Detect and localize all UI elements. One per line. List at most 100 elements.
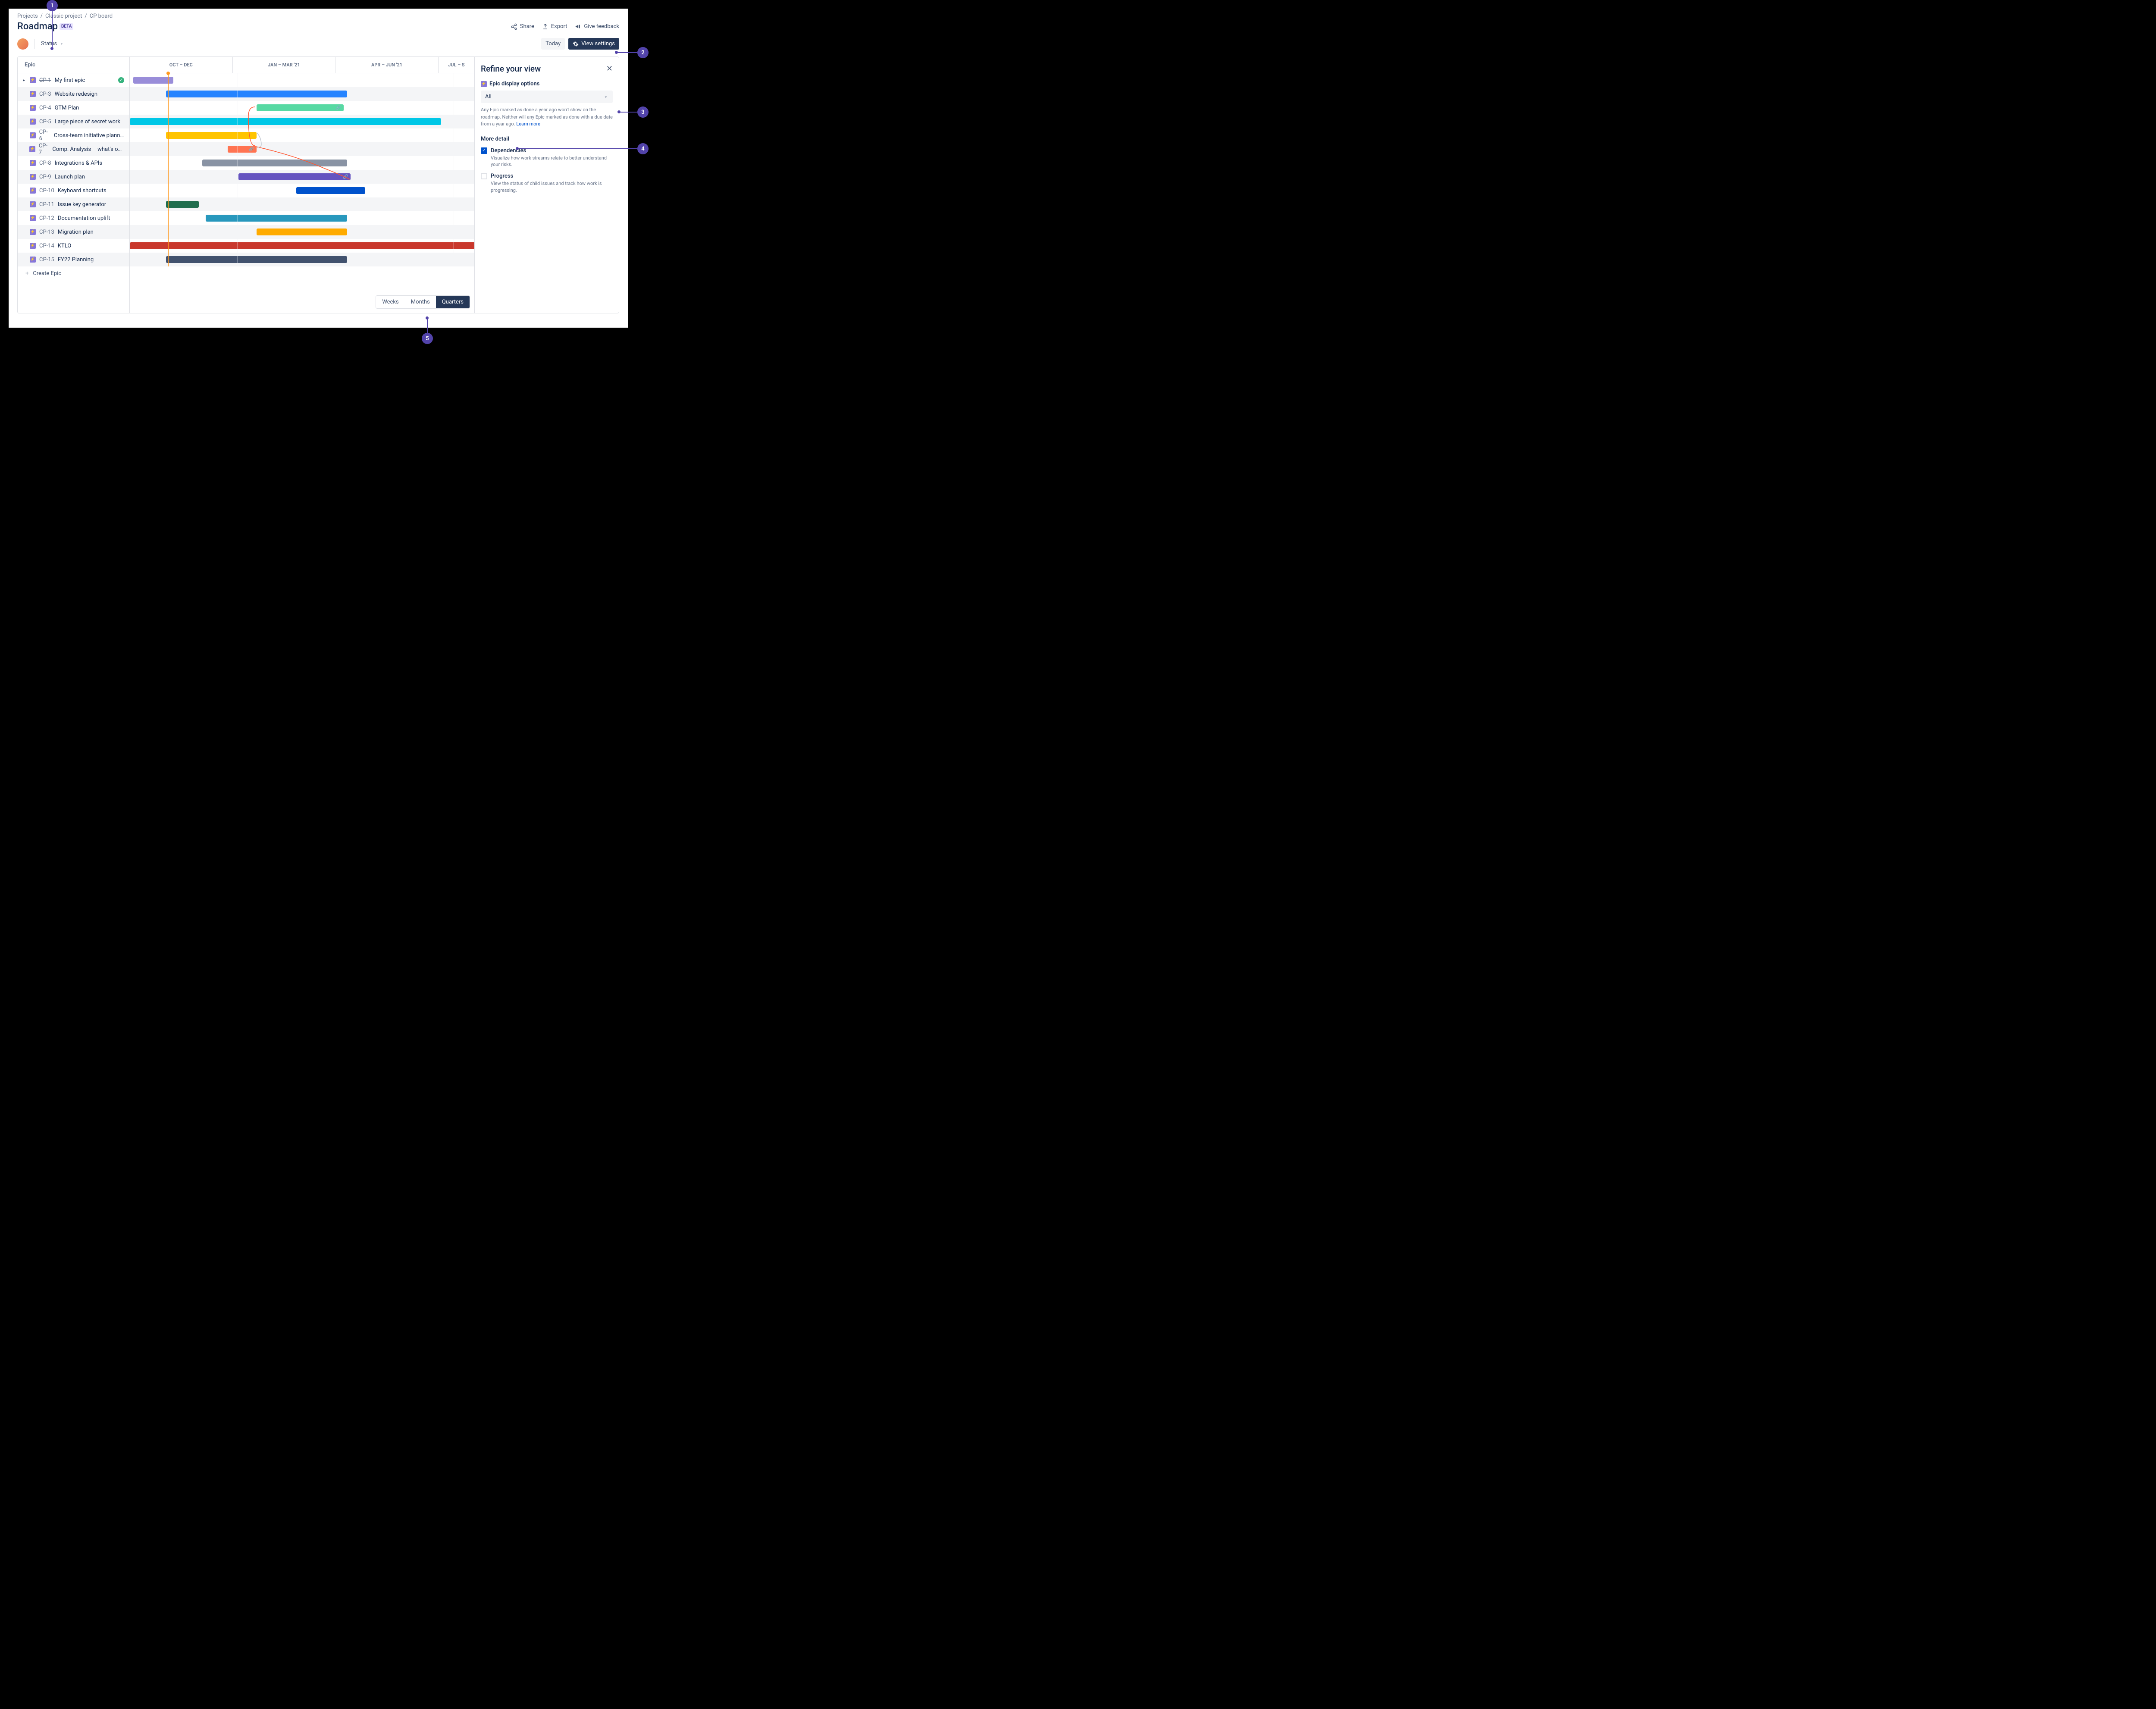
epic-name: FY22 Planning: [58, 257, 94, 263]
epic-type-icon: ⚡: [30, 77, 36, 83]
epic-bar[interactable]: [166, 91, 347, 97]
epic-type-icon: ⚡: [30, 105, 36, 111]
epic-icon: ⚡: [481, 81, 487, 87]
epic-name: Large piece of secret work: [55, 119, 120, 125]
epic-row[interactable]: ⚡CP-11Issue key generator: [18, 197, 129, 211]
epic-key: CP-10: [39, 188, 54, 194]
epic-type-icon: ⚡: [30, 215, 36, 221]
epic-bar[interactable]: [166, 201, 199, 208]
timeline-row: [130, 225, 474, 239]
epic-bar[interactable]: 🔗: [257, 104, 344, 111]
epic-name: Launch plan: [55, 174, 85, 180]
epic-type-icon: ⚡: [30, 174, 36, 180]
epic-type-icon: ⚡: [30, 119, 36, 125]
callout-2: 2: [637, 47, 649, 58]
epic-bar[interactable]: [166, 256, 347, 263]
epic-row[interactable]: ⚡CP-12 Documentation uplift: [18, 211, 129, 225]
progress-label: Progress: [491, 173, 613, 179]
zoom-quarters[interactable]: Quarters: [436, 296, 470, 308]
dependencies-desc: Visualize how work streams relate to bet…: [491, 155, 613, 168]
epic-bar[interactable]: [202, 160, 347, 166]
epic-key: CP-7: [39, 143, 49, 156]
epic-bar[interactable]: [130, 242, 474, 249]
epic-row[interactable]: ⚡CP-5Large piece of secret work: [18, 115, 129, 128]
epic-bar[interactable]: 🔗: [228, 146, 257, 153]
gear-icon: [573, 41, 579, 47]
epic-bar[interactable]: [130, 118, 441, 125]
epic-key: CP-9: [39, 174, 51, 180]
share-button[interactable]: Share: [511, 23, 534, 30]
epic-name: My first epic: [55, 77, 85, 84]
more-detail-label: More detail: [481, 136, 613, 142]
create-epic-button[interactable]: + Create Epic: [18, 266, 129, 280]
callout-3: 3: [637, 106, 649, 118]
callout-4: 4: [637, 143, 649, 154]
timeline-row: [130, 87, 474, 101]
epic-row[interactable]: ⚡CP-6Cross-team initiative planning: [18, 128, 129, 142]
learn-more-link[interactable]: Learn more: [516, 121, 540, 127]
epic-bar[interactable]: [296, 187, 365, 194]
breadcrumb: Projects/ Classic project/ CP board: [17, 13, 619, 19]
timeline-column-header: APR – JUN '21: [335, 57, 439, 73]
link-icon: 🔗: [335, 106, 341, 110]
epic-type-icon: ⚡: [29, 146, 35, 152]
expand-icon[interactable]: ▸: [23, 78, 26, 83]
epic-row[interactable]: ⚡CP-8Integrations & APIs: [18, 156, 129, 170]
epic-name: Issue key generator: [58, 201, 106, 208]
timeline-row: [130, 211, 474, 225]
epic-row[interactable]: ⚡CP-14KTLO: [18, 239, 129, 253]
epic-row[interactable]: ⚡CP-15FY22 Planning: [18, 253, 129, 266]
timeline-row: 🔗: [130, 101, 474, 115]
export-icon: [542, 23, 548, 30]
view-settings-button[interactable]: View settings: [568, 38, 619, 50]
avatar[interactable]: [17, 38, 28, 50]
timeline-row: [130, 73, 474, 87]
dependencies-checkbox[interactable]: ✓: [481, 147, 487, 154]
crumb-board[interactable]: CP board: [90, 13, 113, 19]
epic-name: Keyboard shortcuts: [58, 188, 107, 194]
refine-panel: Refine your view ✕ ⚡ Epic display option…: [474, 57, 619, 313]
epic-row[interactable]: ⚡CP-10Keyboard shortcuts: [18, 184, 129, 197]
epic-key: CP-12: [39, 215, 54, 222]
epic-bar[interactable]: [133, 77, 173, 84]
epic-name: Migration plan: [58, 229, 94, 235]
epic-row[interactable]: ⚡CP-13Migration plan: [18, 225, 129, 239]
zoom-weeks[interactable]: Weeks: [376, 296, 404, 308]
crumb-classic[interactable]: Classic project: [45, 13, 82, 19]
epic-name: Cross-team initiative planning: [54, 132, 124, 139]
epic-row[interactable]: ⚡CP-3Website redesign: [18, 87, 129, 101]
epic-display-select[interactable]: All: [481, 91, 613, 103]
close-icon[interactable]: ✕: [606, 64, 613, 73]
epic-row[interactable]: ⚡ CP-7Comp. Analysis – what's out the...: [18, 142, 129, 156]
timeline-column-header: JAN – MAR '21: [233, 57, 336, 73]
feedback-button[interactable]: Give feedback: [575, 23, 619, 30]
zoom-months[interactable]: Months: [405, 296, 436, 308]
chevron-down-icon: [603, 94, 608, 100]
epic-name: Documentation uplift: [58, 215, 110, 222]
today-marker: [168, 73, 169, 266]
epic-name: Comp. Analysis – what's out the...: [52, 146, 124, 153]
timeline-row: 🔗: [130, 142, 474, 156]
epic-bar[interactable]: [166, 132, 257, 139]
epic-bar[interactable]: [206, 215, 347, 222]
epic-key: CP-14: [39, 243, 54, 249]
crumb-projects[interactable]: Projects: [17, 13, 38, 19]
epic-name: GTM Plan: [55, 105, 79, 111]
zoom-toggle: Weeks Months Quarters: [376, 295, 470, 309]
epic-row[interactable]: ▸⚡CP-1My first epic✓: [18, 73, 129, 87]
share-icon: [511, 23, 517, 30]
epic-row[interactable]: ⚡CP-9 Launch plan: [18, 170, 129, 184]
timeline-row: [130, 156, 474, 170]
epic-row[interactable]: ⚡CP-4GTM Plan: [18, 101, 129, 115]
progress-checkbox[interactable]: [481, 173, 487, 179]
beta-badge: BETA: [60, 23, 74, 30]
epic-name: Website redesign: [55, 91, 98, 97]
epic-type-icon: ⚡: [30, 91, 36, 97]
export-button[interactable]: Export: [542, 23, 567, 30]
epic-key: CP-6: [39, 129, 50, 142]
chevron-down-icon: [60, 42, 64, 46]
today-button[interactable]: Today: [541, 38, 565, 50]
epic-bar[interactable]: 🔗: [238, 173, 351, 180]
epic-bar[interactable]: [257, 228, 347, 235]
callout-5: 5: [422, 333, 433, 344]
